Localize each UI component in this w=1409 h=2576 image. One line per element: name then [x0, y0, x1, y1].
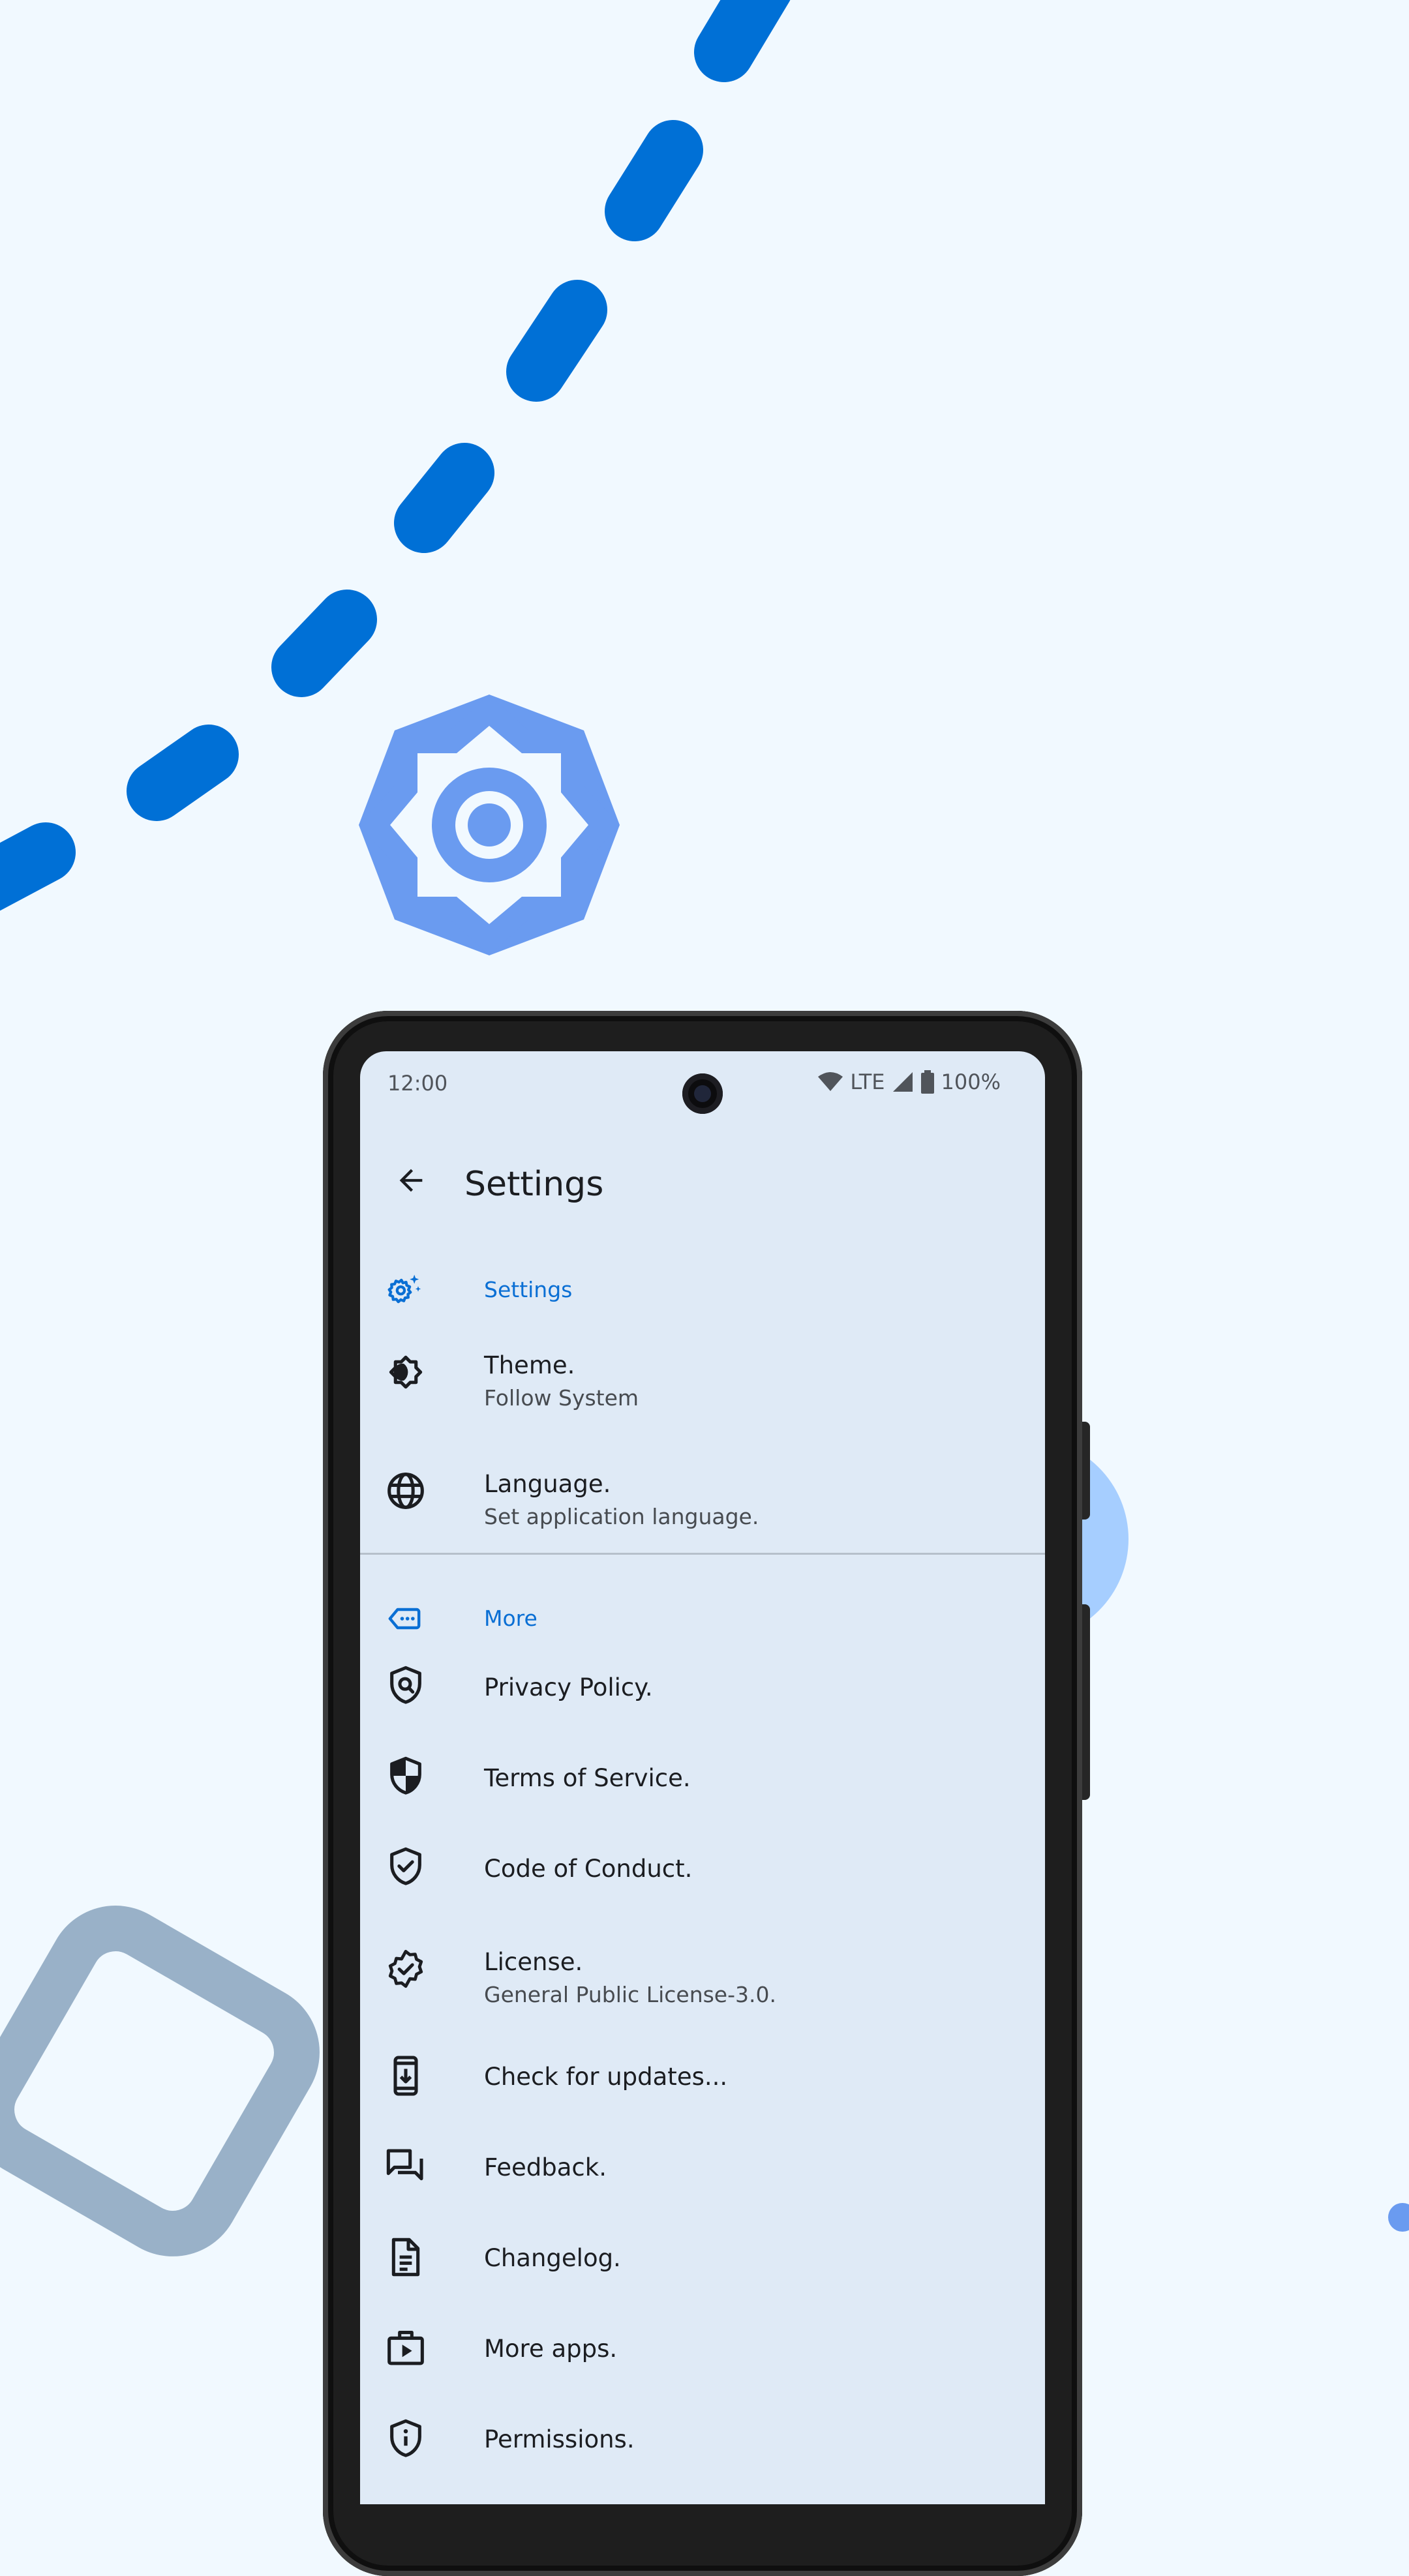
half-shield-icon: [385, 1755, 427, 1797]
section-title: More: [484, 1606, 538, 1631]
setting-label: Language.: [484, 1470, 611, 1498]
setting-row-terms-of-service[interactable]: Terms of Service.: [360, 1742, 1045, 1833]
section-header-settings: Settings: [360, 1257, 1045, 1323]
setting-label: Permissions.: [484, 2425, 635, 2453]
setting-row-theme[interactable]: Theme. Follow System: [360, 1323, 1045, 1440]
document-icon: [385, 2236, 427, 2278]
setting-label: Check for updates...: [484, 2063, 728, 2091]
network-type-label: LTE: [850, 1070, 885, 1094]
arrow-left-icon: [394, 1163, 428, 1200]
rounded-square-outline-decoration: [0, 1906, 320, 2256]
section-title: Settings: [484, 1277, 573, 1302]
globe-icon: [385, 1470, 427, 1512]
info-shield-icon: [385, 2418, 427, 2459]
brightness-icon: [385, 1351, 427, 1393]
more-tag-icon: [386, 1600, 423, 1637]
setting-subtitle: Set application language.: [484, 1504, 759, 1529]
setting-label: Theme.: [484, 1351, 575, 1379]
setting-label: Terms of Service.: [484, 1764, 691, 1792]
wifi-icon: [817, 1071, 843, 1092]
small-dot-decoration: [1388, 2203, 1409, 2232]
setting-row-license[interactable]: License. General Public License-3.0.: [360, 1923, 1045, 2041]
status-icons: LTE 100%: [817, 1068, 1001, 1096]
brightness-sun-decoration: [359, 695, 620, 955]
page-title: Settings: [464, 1165, 604, 1204]
app-bar: Settings: [360, 1136, 1045, 1227]
privacy-shield-icon: [385, 1664, 427, 1706]
setting-row-privacy-policy[interactable]: Privacy Policy.: [360, 1651, 1045, 1742]
back-button[interactable]: [384, 1154, 438, 1209]
setting-label: Feedback.: [484, 2153, 607, 2181]
play-bag-icon: [385, 2327, 427, 2369]
phone-power-button: [1082, 1422, 1090, 1520]
status-time: 12:00: [387, 1071, 448, 1096]
phone-screen: 12:00 LTE 100% Settings Settings Theme. …: [360, 1051, 1045, 2504]
setting-row-more-apps[interactable]: More apps.: [360, 2313, 1045, 2403]
setting-label: Code of Conduct.: [484, 1855, 693, 1883]
setting-label: License.: [484, 1948, 583, 1976]
battery-level: 100%: [941, 1070, 1001, 1094]
phone-volume-button: [1082, 1604, 1090, 1800]
setting-row-permissions[interactable]: Permissions.: [360, 2403, 1045, 2494]
setting-row-feedback[interactable]: Feedback.: [360, 2131, 1045, 2222]
settings-sparkle-icon: [386, 1272, 423, 1308]
cellular-signal-icon: [892, 1071, 914, 1093]
section-divider: [360, 1553, 1045, 1555]
setting-row-code-of-conduct[interactable]: Code of Conduct.: [360, 1833, 1045, 1923]
setting-label: Privacy Policy.: [484, 1673, 653, 1701]
setting-label: More apps.: [484, 2335, 618, 2363]
battery-icon: [920, 1070, 935, 1094]
chat-bubbles-icon: [385, 2146, 427, 2187]
setting-row-language[interactable]: Language. Set application language.: [360, 1443, 1045, 1553]
front-camera: [682, 1073, 723, 1114]
check-shield-icon: [385, 1846, 427, 1887]
verified-badge-icon: [385, 1948, 427, 1990]
setting-row-check-for-updates[interactable]: Check for updates...: [360, 2041, 1045, 2131]
setting-subtitle: Follow System: [484, 1385, 639, 1411]
section-header-more: More: [360, 1586, 1045, 1651]
dashed-line-decoration: [0, 0, 791, 911]
setting-subtitle: General Public License-3.0.: [484, 1982, 776, 2007]
setting-label: Changelog.: [484, 2244, 621, 2272]
setting-row-changelog[interactable]: Changelog.: [360, 2222, 1045, 2313]
phone-download-icon: [385, 2055, 427, 2097]
